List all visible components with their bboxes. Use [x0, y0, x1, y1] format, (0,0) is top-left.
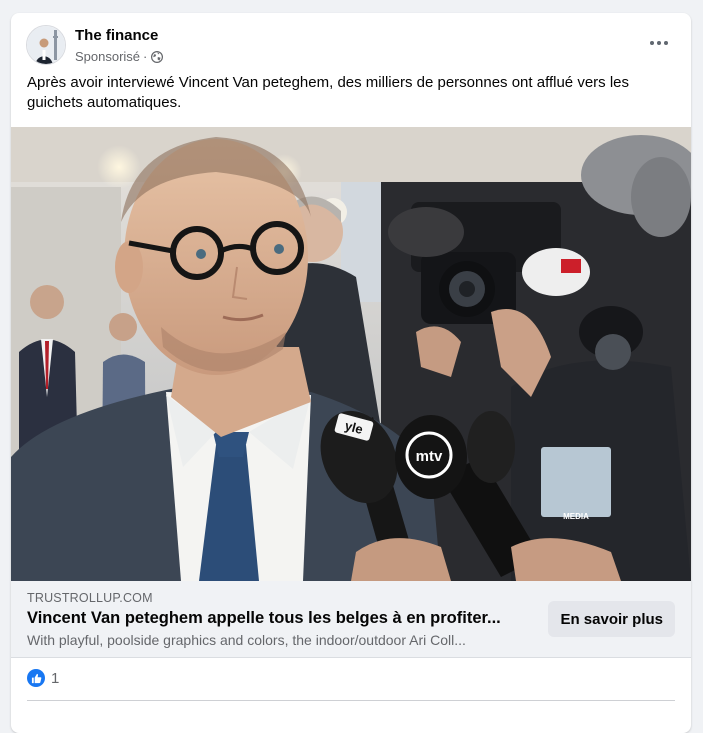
more-options-icon[interactable] [641, 29, 677, 57]
link-preview[interactable]: TRUSTROLLUP.COM Vincent Van peteghem app… [11, 581, 691, 658]
like-icon [27, 669, 45, 687]
post-image[interactable]: MEDIA yle mtv [11, 127, 691, 581]
reaction-count[interactable]: 1 [51, 670, 59, 687]
media-badge-text: MEDIA [563, 512, 589, 521]
sponsored-post-card: The finance Sponsorisé · Après avoir int… [11, 13, 691, 733]
post-header: The finance Sponsorisé · [11, 13, 691, 73]
sponsored-label[interactable]: Sponsorisé [75, 49, 140, 64]
post-meta: Sponsorisé · [75, 49, 164, 64]
post-text: Après avoir interviewé Vincent Van peteg… [27, 74, 629, 111]
reactions-summary[interactable]: 1 [27, 667, 59, 689]
learn-more-button[interactable]: En savoir plus [548, 601, 675, 637]
link-description: With playful, poolside graphics and colo… [27, 632, 466, 648]
globe-icon[interactable] [151, 50, 164, 63]
meta-separator: · [143, 49, 148, 64]
action-divider [27, 700, 675, 701]
page-name[interactable]: The finance [75, 27, 158, 44]
mtv-mic-label: mtv [416, 448, 443, 465]
link-domain: TRUSTROLLUP.COM [27, 591, 153, 605]
link-title[interactable]: Vincent Van peteghem appelle tous les be… [27, 609, 527, 628]
page-avatar[interactable] [26, 25, 66, 65]
